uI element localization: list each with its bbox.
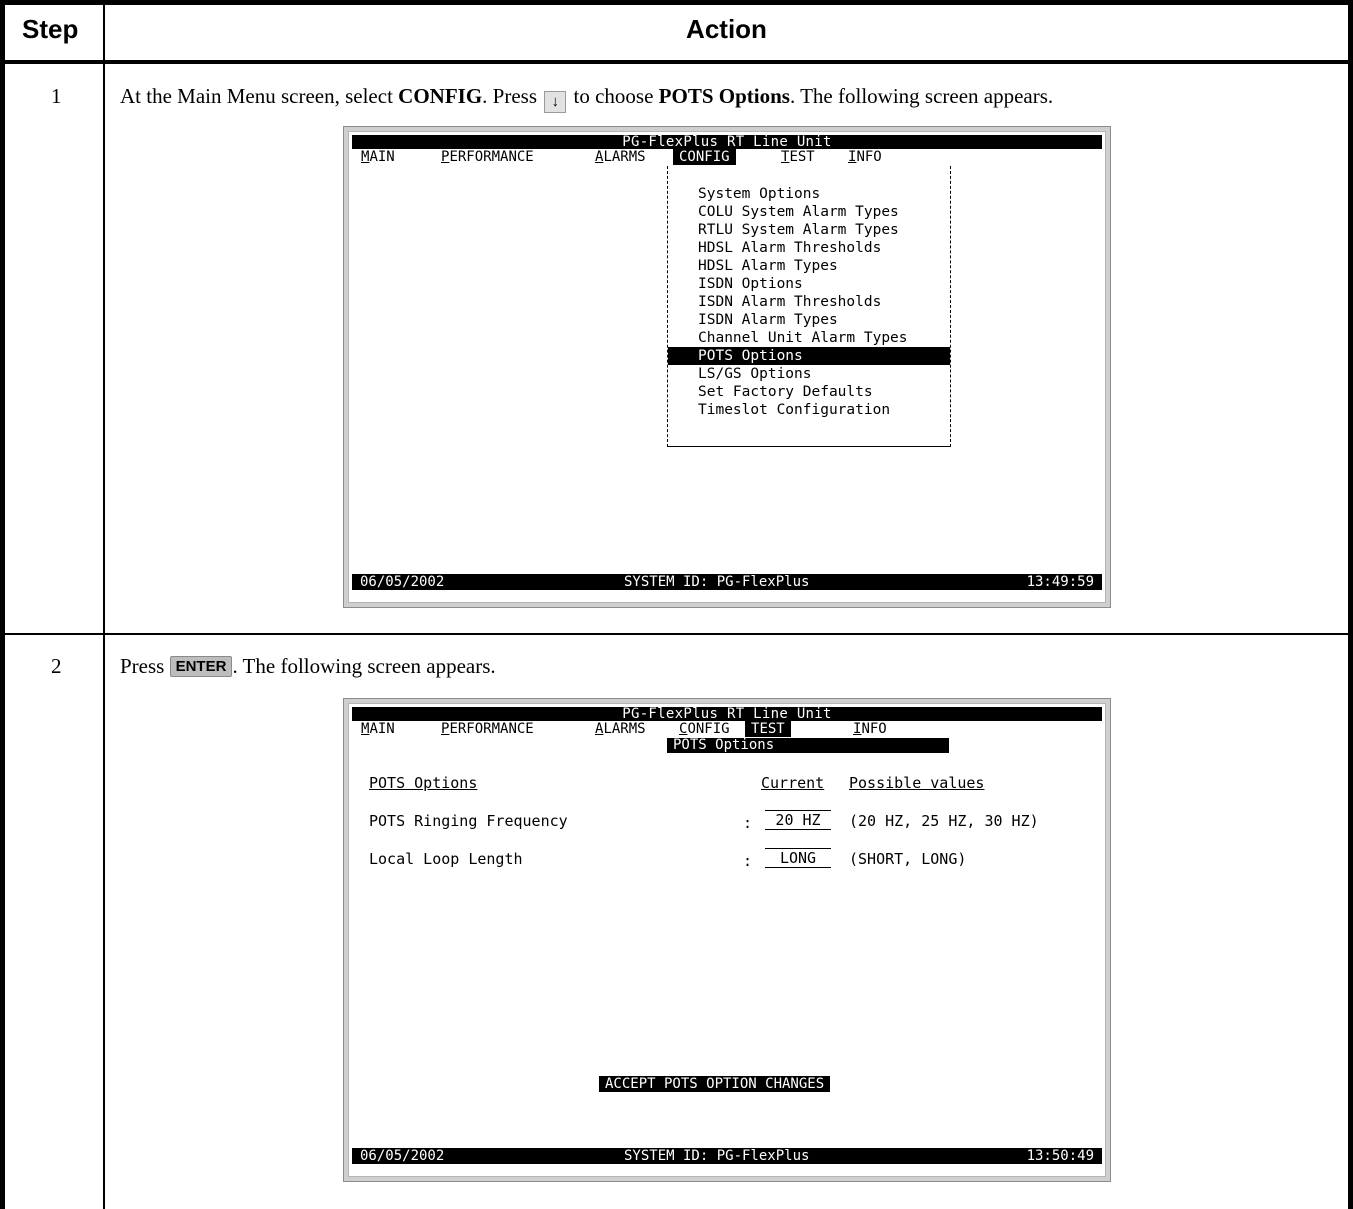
menu-item-info[interactable]: INFO [848, 149, 882, 165]
instruction-text: . The following screen appears. [789, 84, 1054, 108]
menu-item-performance[interactable]: PERFORMANCE [441, 149, 534, 165]
instruction-text: . Press [482, 84, 543, 108]
config-dropdown-menu: System Options COLU System Alarm Types R… [667, 166, 951, 447]
status-date: 06/05/2002 [360, 574, 445, 590]
status-system-id: SYSTEM ID: PG-FlexPlus [624, 574, 810, 590]
menu-item-info[interactable]: INFO [853, 721, 887, 737]
status-date: 06/05/2002 [360, 1148, 445, 1164]
menu-item-alarms[interactable]: ALARMS [595, 721, 646, 737]
ringing-frequency-possible-values: (20 HZ, 25 HZ, 30 HZ) [849, 812, 1039, 830]
title-bar: PG-FlexPlus RT Line Unit [352, 134, 1102, 150]
dropdown-item[interactable]: HDSL Alarm Thresholds [668, 239, 950, 257]
table-right-border [1348, 0, 1353, 1209]
procedure-table: Step Action 1 At the Main Menu screen, s… [0, 0, 1353, 1209]
status-bar: 06/05/2002 SYSTEM ID: PG-FlexPlus 13:50:… [352, 1148, 1102, 1164]
title-bar: PG-FlexPlus RT Line Unit [352, 706, 1102, 722]
loop-length-field[interactable]: LONG [765, 848, 831, 868]
header-bottom-border [0, 60, 1353, 64]
instruction-text: At the Main Menu screen, select [120, 84, 399, 108]
terminal-screenshot-2: PG-FlexPlus RT Line Unit MAIN PERFORMANC… [343, 698, 1111, 1182]
option-colon: : [743, 852, 753, 870]
table-left-border [0, 0, 5, 1209]
instruction-text: to choose [568, 84, 659, 108]
menu-item-config[interactable]: CONFIG [673, 149, 736, 165]
dropdown-item[interactable]: Channel Unit Alarm Types [668, 329, 950, 347]
app-title: PG-FlexPlus RT Line Unit [622, 134, 832, 150]
terminal-screen: PG-FlexPlus RT Line Unit MAIN PERFORMANC… [348, 703, 1106, 1177]
dropdown-item[interactable]: Timeslot Configuration [668, 401, 950, 419]
option-colon: : [743, 814, 753, 832]
loop-length-possible-values: (SHORT, LONG) [849, 850, 967, 868]
status-time: 13:49:59 [1026, 574, 1094, 590]
step-instruction: Press ENTER. The following screen appear… [120, 654, 496, 679]
dropdown-item[interactable]: System Options [668, 185, 950, 203]
dropdown-item[interactable]: ISDN Options [668, 275, 950, 293]
possible-values-column-header: Possible values [849, 774, 985, 792]
menu-item-main[interactable]: MAIN [361, 149, 395, 165]
table-top-border [0, 0, 1353, 5]
terminal-screenshot-1: PG-FlexPlus RT Line Unit MAIN PERFORMANC… [343, 126, 1111, 608]
dropdown-item[interactable]: Set Factory Defaults [668, 383, 950, 401]
terminal-screen: PG-FlexPlus RT Line Unit MAIN PERFORMANC… [348, 131, 1106, 603]
step-number: 2 [51, 654, 62, 678]
app-title: PG-FlexPlus RT Line Unit [622, 706, 832, 722]
column-header-action: Action [686, 14, 767, 44]
menu-item-main[interactable]: MAIN [361, 721, 395, 737]
option-label-loop-length: Local Loop Length [369, 850, 523, 868]
dropdown-item[interactable]: COLU System Alarm Types [668, 203, 950, 221]
dropdown-item-selected[interactable]: POTS Options [668, 347, 950, 365]
accept-changes-button[interactable]: ACCEPT POTS OPTION CHANGES [599, 1076, 831, 1092]
status-bar: 06/05/2002 SYSTEM ID: PG-FlexPlus 13:49:… [352, 574, 1102, 590]
option-label-ringing-frequency: POTS Ringing Frequency [369, 812, 568, 830]
menu-item-performance[interactable]: PERFORMANCE [441, 721, 534, 737]
current-column-header: Current [761, 774, 825, 792]
dropdown-item[interactable]: ISDN Alarm Types [668, 311, 950, 329]
dropdown-item[interactable]: LS/GS Options [668, 365, 950, 383]
dropdown-item[interactable]: HDSL Alarm Types [668, 257, 950, 275]
step-column-divider [103, 0, 105, 1209]
status-time: 13:50:49 [1026, 1148, 1094, 1164]
enter-key-icon: ENTER [169, 656, 233, 677]
instruction-bold-config: CONFIG [398, 84, 483, 108]
options-column-header: POTS Options [369, 774, 478, 792]
ringing-frequency-field[interactable]: 20 HZ [765, 810, 831, 830]
menu-item-alarms[interactable]: ALARMS [595, 149, 646, 165]
row-divider [0, 633, 1353, 635]
step-instruction: At the Main Menu screen, select CONFIG. … [120, 84, 1053, 113]
dropdown-item[interactable]: ISDN Alarm Thresholds [668, 293, 950, 311]
step-number: 1 [51, 84, 62, 108]
instruction-text: Press [120, 654, 170, 678]
menu-item-test[interactable]: TEST [745, 721, 791, 737]
menu-item-config[interactable]: CONFIG [679, 721, 730, 737]
instruction-bold-pots-options: POTS Options [658, 84, 790, 108]
dropdown-item[interactable]: RTLU System Alarm Types [668, 221, 950, 239]
status-system-id: SYSTEM ID: PG-FlexPlus [624, 1148, 810, 1164]
menu-item-test[interactable]: TEST [781, 149, 815, 165]
screen-subtitle: POTS Options [667, 738, 949, 753]
down-arrow-key-icon: ↓ [544, 91, 567, 113]
instruction-text: . The following screen appears. [232, 654, 496, 678]
